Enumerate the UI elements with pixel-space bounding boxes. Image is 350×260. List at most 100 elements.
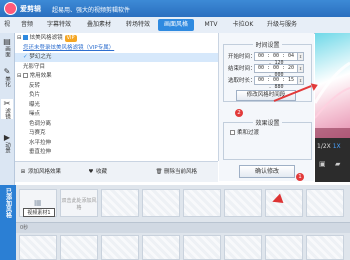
timeline-frame-lower[interactable] (101, 235, 139, 260)
timeline-frame-lower[interactable] (265, 235, 303, 260)
tree-row-label: 光影守目 (23, 63, 46, 70)
tree-row-label: 常用效果 (29, 73, 52, 79)
tree-item[interactable]: 垂直拉伸 (15, 148, 218, 157)
trash-icon: 🗑 (155, 169, 163, 175)
collapse-icon[interactable]: ⊟ (17, 73, 22, 79)
tab-6[interactable]: MTV (196, 19, 226, 31)
timeline-frame[interactable]: 双击此处添加风格 (60, 189, 98, 217)
end-time-spinner[interactable]: ⇕ (297, 64, 304, 73)
timeline-frame-lower[interactable] (60, 235, 98, 260)
tree-group[interactable]: ⊟ 常用效果 (15, 72, 218, 81)
tree-row-label: 色调分离 (29, 120, 52, 127)
tree-row-label: 梦幻之光 (29, 54, 52, 60)
timeline-frame-lower[interactable] (224, 235, 262, 260)
timeline-frame[interactable] (101, 189, 139, 217)
timeline-frame[interactable]: 视频素材1 ▦ (19, 189, 57, 217)
video-preview[interactable] (315, 33, 350, 138)
end-time-input[interactable]: 00 : 00 : 20 . 000 (254, 64, 298, 78)
timeline-frame[interactable] (183, 189, 221, 217)
tree-group[interactable]: ⊟ 炫美风格滤镜 VIP (15, 34, 218, 43)
tree-item[interactable]: ✓ 梦幻之光 (15, 53, 218, 62)
timeline-frame-lower[interactable] (142, 235, 180, 260)
duration-row: 选取时长： (228, 76, 256, 84)
timeline-frame[interactable] (306, 189, 344, 217)
properties-panel: 时间设置 开始时间： 00 : 00 : 04 . 120 ⇕ 结束时间： 00… (219, 33, 314, 181)
timeline-frame-lower[interactable] (19, 235, 57, 260)
preview-light-rays (315, 61, 350, 138)
tree-row-label: 垂直拉伸 (29, 149, 52, 155)
normal-speed-label[interactable]: 1X (333, 143, 341, 150)
nav-item-1[interactable]: ✎ 美化 (1, 67, 13, 87)
timeline-frame[interactable] (224, 189, 262, 217)
soft-transition-checkbox[interactable] (230, 130, 235, 135)
half-speed-label[interactable]: 1/2X (317, 143, 331, 150)
film-icon: ▦ (34, 198, 42, 207)
favorite-button[interactable]: ♥ 收藏 (87, 167, 107, 177)
duration-input[interactable]: 00 : 00 : 15 . 880 (254, 76, 298, 90)
timeline-ruler[interactable]: 0秒 (16, 222, 350, 233)
tree-item[interactable]: 曝光 (15, 101, 218, 110)
tree-checkbox[interactable] (22, 35, 28, 40)
tree-item[interactable]: 色调分离 (15, 120, 218, 129)
speed-selector[interactable]: 1/2X 1X (317, 143, 341, 150)
tab-4[interactable]: 转场特效 (120, 19, 156, 31)
nav-item-0[interactable]: ▤ 画面 (1, 37, 13, 57)
added-styles-header: 已添加风格 (0, 185, 16, 260)
app-name: 爱剪辑 (20, 5, 41, 13)
tree-item[interactable]: 马赛克 (15, 129, 218, 138)
add-style-label: 添加风格效果 (28, 169, 62, 175)
tab-1[interactable]: 音频 (16, 19, 38, 31)
start-time-input[interactable]: 00 : 00 : 04 . 120 (254, 52, 298, 66)
nav-label: 滤镜 (4, 108, 10, 119)
add-style-button[interactable]: ⊞ 添加风格效果 (19, 167, 61, 177)
tab-2[interactable]: 字幕特效 (40, 19, 78, 31)
tree-item[interactable]: 噪点 (15, 110, 218, 119)
tree-row-label: 您还未登录炫美风格滤镜（VIP专属） (23, 44, 115, 51)
time-settings-group: 时间设置 开始时间： 00 : 00 : 04 . 120 ⇕ 结束时间： 00… (223, 42, 312, 102)
nav-label: 美化 (4, 76, 10, 87)
add-icon: ⊞ (20, 169, 26, 175)
confirm-modify-button[interactable]: 确认修改 (239, 165, 295, 178)
tree-hint-link[interactable]: 您还未登录炫美风格滤镜（VIP专属） (15, 44, 218, 53)
nav-icon: ✎ (3, 67, 11, 76)
favorite-label: 收藏 (96, 169, 108, 175)
tree-item[interactable]: 光影守目 (15, 63, 218, 72)
nav-item-3[interactable]: ▶ 动景 (1, 133, 13, 153)
timeline-frame[interactable] (265, 189, 303, 217)
start-time-spinner[interactable]: ⇕ (297, 52, 304, 61)
folder-icon[interactable]: ▰ (335, 160, 340, 168)
end-time-row: 结束时间： (228, 64, 256, 72)
nav-icon: ▤ (3, 37, 11, 46)
timeline-frame[interactable] (142, 189, 180, 217)
delete-style-button[interactable]: 🗑 删除当前风格 (155, 167, 198, 177)
end-time-label: 结束时间： (228, 66, 256, 72)
duration-spinner[interactable]: ⇕ (297, 76, 304, 85)
app-logo (4, 2, 17, 15)
left-nav: ▤ 画面 ✎ 美化 ✂ 滤镜 ▶ 动景 (0, 33, 15, 185)
delete-style-label: 删除当前风格 (164, 169, 198, 175)
tab-0[interactable]: 视 (0, 19, 14, 31)
timeline-frame-lower[interactable] (306, 235, 344, 260)
collapse-icon[interactable]: ⊟ (17, 35, 22, 41)
tree-row-label: 马赛克 (29, 130, 46, 136)
tree-checkbox[interactable] (22, 73, 28, 78)
effects-tree-panel: ⊟ 炫美风格滤镜 VIP 您还未登录炫美风格滤镜（VIP专属） ✓ 梦幻之光 光影守目 ⊟ 常… (15, 33, 219, 161)
timeline-frame-lower[interactable] (183, 235, 221, 260)
tab-5[interactable]: 画面风格 (158, 19, 194, 31)
nav-item-2[interactable]: ✂ 滤镜 (1, 99, 13, 119)
nav-icon: ✂ (3, 99, 11, 108)
start-time-row: 开始时间： (228, 52, 256, 60)
soft-transition-option[interactable]: 柔和过渡 (230, 128, 259, 136)
nav-label: 画面 (4, 46, 10, 57)
main-tab-bar: 视音频 字幕特效 叠加素材 转场特效 画面风格 MTV 卡拉OK 升级与服务 (0, 17, 350, 34)
tree-item[interactable]: 水平拉伸 (15, 139, 218, 148)
tree-item[interactable]: 反转 (15, 82, 218, 91)
fullscreen-icon[interactable]: ▣ (319, 160, 326, 168)
title-bar: 爱剪辑 超易用、强大的视频剪辑软件 (0, 0, 350, 17)
time-settings-title: 时间设置 (253, 42, 282, 49)
tree-item[interactable]: 负片 (15, 91, 218, 100)
tab-7[interactable]: 卡拉OK (228, 19, 258, 31)
preview-controls: 1/2X 1X ▣ ▰ (315, 138, 350, 182)
tab-3[interactable]: 叠加素材 (80, 19, 118, 31)
tab-8[interactable]: 升级与服务 (260, 19, 304, 31)
